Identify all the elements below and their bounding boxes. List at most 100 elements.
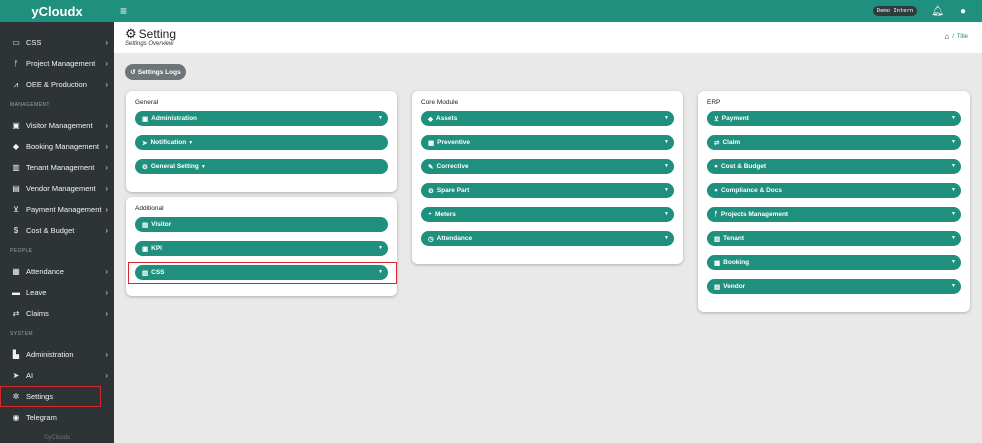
page-title: Setting: [138, 27, 177, 41]
setting-attendance-button[interactable]: ◷ Attendance ▼: [421, 231, 674, 246]
setting-label: Compliance & Docs: [720, 187, 782, 194]
sidebar-item-label: Leave: [26, 288, 47, 297]
gauge-icon: ◓: [428, 211, 432, 218]
sidebar-item-oee-production[interactable]: ⩘ OEE & Production ›: [0, 74, 114, 95]
gears-icon: ⚙: [142, 163, 148, 171]
settings-logs-button[interactable]: ↺ Settings Logs: [125, 64, 186, 80]
dollar-icon: $: [13, 226, 19, 235]
sidebar: yCloudx ▭ CSS › ᚠ Project Management › ⩘ OEE & …: [0, 0, 114, 443]
setting-label: Tenant: [723, 235, 744, 242]
chevron-right-icon: ›: [105, 309, 108, 318]
setting-kpi-button[interactable]: ▣ KPI ▼: [135, 241, 388, 256]
section-people: PEOPLE: [10, 248, 33, 254]
chevron-right-icon: ›: [105, 121, 108, 130]
setting-label: Booking: [723, 259, 750, 266]
calendar-icon: ▦: [428, 139, 435, 147]
sidebar-item-visitor-management[interactable]: ▣ Visitor Management ›: [0, 115, 114, 136]
sidebar-item-css[interactable]: ▭ CSS ›: [0, 32, 114, 53]
sidebar-nav: ▭ CSS › ᚠ Project Management › ⩘ OEE & Producti…: [0, 22, 114, 428]
card-additional-title: Additional: [135, 205, 164, 212]
tag-icon: ◆: [428, 115, 433, 123]
home-icon[interactable]: ⌂: [944, 32, 949, 41]
check-circle-icon: ●: [714, 187, 718, 194]
sidebar-item-tenant-management[interactable]: ▥ Tenant Management ›: [0, 157, 114, 178]
chevron-right-icon: ›: [105, 59, 108, 68]
setting-tenant-button[interactable]: ▥ Tenant ▼: [707, 231, 961, 246]
booking-icon: ▦: [714, 259, 721, 267]
setting-label: Claim: [722, 139, 741, 146]
user-shield-icon: ▣: [142, 115, 149, 123]
setting-claim-button[interactable]: ⇄ Claim ▼: [707, 135, 961, 150]
setting-label: KPI: [151, 245, 162, 252]
chevron-right-icon: ›: [105, 184, 108, 193]
caret-down-icon: ▼: [200, 163, 206, 170]
sidebar-item-booking-management[interactable]: ◆ Booking Management ›: [0, 136, 114, 157]
user-icon[interactable]: ●: [960, 6, 966, 17]
address-card-icon: ▤: [714, 283, 721, 291]
page-subtitle: Settings Overview: [125, 41, 174, 47]
chart-line-icon: ⩘: [13, 79, 19, 89]
setting-administration-button[interactable]: ▣ Administration ▼: [135, 111, 388, 126]
setting-meters-button[interactable]: ◓ Meters ▼: [421, 207, 674, 222]
topbar: ≡ Demo Intern 🔔︎ ●: [114, 0, 982, 22]
card-general: General ▣ Administration ▼ ➤ Notification ▼ ⚙ G…: [126, 91, 397, 192]
user-badge[interactable]: Demo Intern: [872, 6, 918, 16]
sidebar-item-settings[interactable]: ✲ Settings: [0, 386, 101, 407]
setting-label: Payment: [721, 115, 749, 122]
card-core-module: Core Module ◆ Assets ▼ ▦ Preventive ▼ ✎ Correct…: [412, 91, 683, 264]
sidebar-item-leave[interactable]: ▬ Leave ›: [0, 282, 114, 303]
sidebar-item-cost-budget[interactable]: $ Cost & Budget ›: [0, 220, 114, 241]
bell-icon[interactable]: 🔔︎: [931, 6, 944, 17]
caret-down-icon: ▼: [664, 211, 669, 217]
card-core-module-title: Core Module: [421, 99, 459, 106]
caret-down-icon: ▼: [951, 115, 956, 121]
caret-down-icon: ▼: [951, 163, 956, 169]
setting-booking-button[interactable]: ▦ Booking ▼: [707, 255, 961, 270]
chevron-right-icon: ›: [105, 38, 108, 47]
project-icon: ᚠ: [714, 211, 718, 218]
setting-corrective-button[interactable]: ✎ Corrective ▼: [421, 159, 674, 174]
caret-down-icon: ▼: [951, 259, 956, 265]
cart-icon: ⊻: [714, 115, 719, 123]
user-shield-icon: ▙: [12, 350, 20, 359]
caret-down-icon: ▼: [951, 211, 956, 217]
brand-logo[interactable]: yCloudx: [0, 0, 114, 22]
setting-cost-budget-button[interactable]: ● Cost & Budget ▼: [707, 159, 961, 174]
sidebar-item-claims[interactable]: ⇄ Claims ›: [0, 303, 114, 324]
setting-assets-button[interactable]: ◆ Assets ▼: [421, 111, 674, 126]
settings-logs-label: Settings Logs: [137, 68, 181, 76]
monitor-icon: ▭: [12, 38, 20, 47]
sidebar-item-vendor-management[interactable]: ▤ Vendor Management ›: [0, 178, 114, 199]
setting-projects-management-button[interactable]: ᚠ Projects Management ▼: [707, 207, 961, 222]
sidebar-item-label: AI: [26, 371, 34, 380]
card-erp: ERP ⊻ Payment ▼ ⇄ Claim ▼ ● Cost & Budget ▼ ● Comp…: [698, 91, 970, 312]
setting-vendor-button[interactable]: ▤ Vendor ▼: [707, 279, 961, 294]
sidebar-item-ai[interactable]: ➤ AI ›: [0, 365, 114, 386]
sidebar-item-telegram[interactable]: ◉ Telegram: [0, 407, 114, 428]
setting-notification-button[interactable]: ➤ Notification ▼: [135, 135, 388, 150]
chevron-right-icon: ›: [105, 288, 108, 297]
spare-part-icon: ⚙: [428, 187, 434, 195]
kpi-icon: ▣: [142, 245, 149, 253]
setting-label: Cost & Budget: [720, 163, 767, 170]
setting-preventive-button[interactable]: ▦ Preventive ▼: [421, 135, 674, 150]
caret-down-icon: ▼: [951, 235, 956, 241]
setting-spare-part-button[interactable]: ⚙ Spare Part ▼: [421, 183, 674, 198]
chevron-right-icon: ›: [105, 142, 108, 151]
sidebar-item-project-management[interactable]: ᚠ Project Management ›: [0, 53, 114, 74]
setting-compliance-docs-button[interactable]: ● Compliance & Docs ▼: [707, 183, 961, 198]
wrench-icon: ✎: [428, 163, 434, 171]
setting-visitor-button[interactable]: ▤ Visitor: [135, 217, 388, 232]
setting-general-setting-button[interactable]: ⚙ General Setting ▼: [135, 159, 388, 174]
sidebar-item-payment-management[interactable]: ⊻ Payment Management ›: [0, 199, 114, 220]
caret-down-icon: ▼: [951, 139, 956, 145]
paper-plane-icon: ➤: [12, 371, 20, 380]
sidebar-item-administration[interactable]: ▙ Administration ›: [0, 344, 114, 365]
section-management: MANAGEMENT: [10, 102, 50, 108]
setting-payment-button[interactable]: ⊻ Payment ▼: [707, 111, 961, 126]
breadcrumb-current[interactable]: Title: [957, 34, 968, 40]
exchange-icon: ⇄: [12, 309, 20, 318]
caret-down-icon: ▼: [951, 187, 956, 193]
sidebar-item-attendance[interactable]: ▦ Attendance ›: [0, 261, 114, 282]
hamburger-menu-icon[interactable]: ≡: [120, 4, 127, 18]
